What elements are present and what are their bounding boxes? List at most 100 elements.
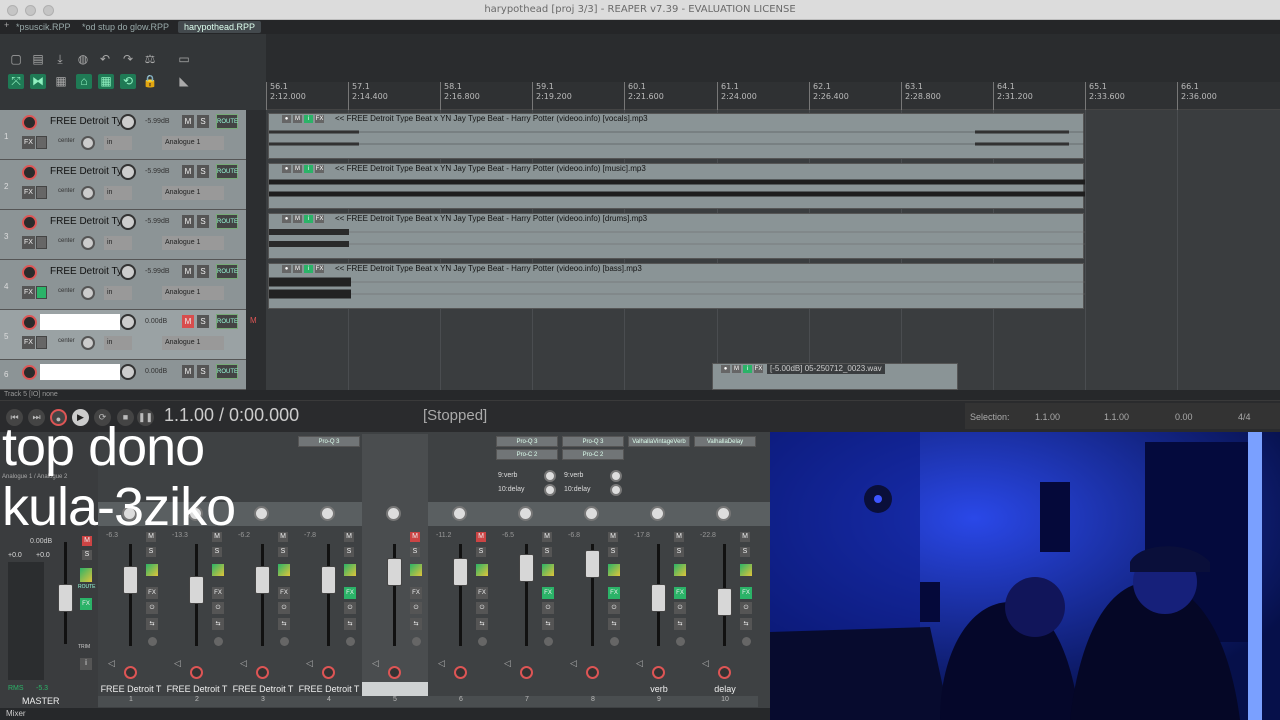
mute-button[interactable]: M bbox=[410, 532, 420, 542]
mute-button[interactable]: M bbox=[182, 265, 194, 278]
record-monitor-dropdown[interactable]: in bbox=[104, 286, 132, 300]
record-arm-button[interactable] bbox=[22, 265, 37, 280]
record-arm-button[interactable] bbox=[586, 666, 599, 679]
fx-button[interactable]: FX bbox=[344, 587, 356, 599]
strip-name[interactable] bbox=[362, 682, 428, 696]
solo-button[interactable]: S bbox=[197, 265, 209, 278]
phase-icon[interactable] bbox=[412, 637, 421, 646]
selection-display[interactable]: Selection: 1.1.00 1.1.00 0.00 4/4 bbox=[965, 403, 1280, 429]
pan-knob[interactable] bbox=[81, 186, 95, 200]
route-button[interactable]: ROUTE bbox=[216, 214, 238, 229]
fx-bypass-icon[interactable]: ⏻ bbox=[344, 602, 356, 614]
fx-bypass-icon[interactable] bbox=[36, 336, 47, 349]
solo-button[interactable]: S bbox=[197, 315, 209, 328]
record-arm-button[interactable] bbox=[718, 666, 731, 679]
master-route-button[interactable]: ROUTE bbox=[78, 584, 96, 590]
mute-button[interactable]: M bbox=[182, 215, 194, 228]
loop-icon[interactable]: ⟲ bbox=[120, 74, 136, 89]
mute-button[interactable]: M bbox=[182, 165, 194, 178]
volume-fader[interactable] bbox=[585, 550, 600, 578]
record-arm-button[interactable] bbox=[22, 165, 37, 180]
solo-button[interactable]: S bbox=[197, 215, 209, 228]
record-monitor-dropdown[interactable]: in bbox=[104, 236, 132, 250]
record-monitor-dropdown[interactable]: in bbox=[104, 136, 132, 150]
route-button[interactable]: ROUTE bbox=[216, 314, 238, 329]
timeline-ruler[interactable]: 56.1 2:12.000 57.1 2:14.400 58.1 2:16.800 5… bbox=[266, 82, 1280, 110]
fx-bypass-icon[interactable] bbox=[36, 236, 47, 249]
pan-knob[interactable] bbox=[452, 506, 467, 521]
strip-name[interactable]: FREE Detroit T bbox=[164, 682, 230, 696]
fx-button[interactable]: FX bbox=[674, 587, 686, 599]
media-item-drums[interactable]: ● M i FX << FREE Detroit Type Beat x YN … bbox=[268, 213, 1085, 259]
pan-knob[interactable] bbox=[81, 236, 95, 250]
solo-button[interactable]: S bbox=[476, 547, 486, 557]
phase-icon[interactable] bbox=[610, 637, 619, 646]
input-select[interactable]: Analogue 1 bbox=[162, 186, 224, 200]
fx-bypass-icon[interactable] bbox=[36, 186, 47, 199]
track-name-input[interactable] bbox=[40, 314, 120, 330]
fx-button[interactable]: FX bbox=[740, 587, 752, 599]
grid-settings-icon[interactable]: ▭ bbox=[176, 52, 192, 67]
input-monitor-icon[interactable]: ◁ bbox=[306, 658, 313, 669]
fx-button[interactable]: FX bbox=[146, 587, 158, 599]
phase-icon[interactable] bbox=[280, 637, 289, 646]
redo-icon[interactable]: ↷ bbox=[120, 52, 136, 67]
ripple-edit-icon[interactable]: ⤧ bbox=[8, 74, 24, 89]
input-monitor-icon[interactable]: ◁ bbox=[174, 658, 181, 669]
volume-fader[interactable] bbox=[189, 576, 204, 604]
route-icon[interactable]: ⇆ bbox=[278, 618, 290, 630]
master-solo-button[interactable]: S bbox=[82, 550, 92, 560]
record-arm-button[interactable] bbox=[520, 666, 533, 679]
media-item-music[interactable]: ● M i FX << FREE Detroit Type Beat x YN … bbox=[268, 163, 1085, 209]
pan-knob[interactable] bbox=[81, 336, 95, 350]
volume-fader[interactable] bbox=[123, 566, 138, 594]
route-icon[interactable]: ⇆ bbox=[146, 618, 158, 630]
fx-bypass-icon[interactable]: ⏻ bbox=[608, 602, 620, 614]
solo-button[interactable]: S bbox=[344, 547, 354, 557]
fx-button[interactable]: FX bbox=[22, 136, 35, 149]
input-select[interactable]: Analogue 1 bbox=[162, 136, 224, 150]
volume-fader[interactable] bbox=[321, 566, 336, 594]
trim-tool-icon[interactable]: ◣ bbox=[176, 74, 192, 89]
input-monitor-icon[interactable]: ◁ bbox=[438, 658, 445, 669]
mute-button[interactable]: M bbox=[608, 532, 618, 542]
record-arm-button[interactable] bbox=[322, 666, 335, 679]
volume-knob[interactable] bbox=[120, 214, 136, 230]
input-select[interactable]: Analogue 1 bbox=[162, 286, 224, 300]
track-header-selected[interactable]: 5 0.00dB M S ROUTE FX center in Analogue… bbox=[0, 310, 246, 360]
info-icon[interactable]: i bbox=[80, 658, 92, 670]
volume-fader[interactable] bbox=[387, 558, 402, 586]
tab-od-stup-do-glow[interactable]: *od stup do glow.RPP bbox=[76, 21, 175, 33]
fx-button[interactable]: FX bbox=[278, 587, 290, 599]
strip-name[interactable]: FREE Detroit T bbox=[98, 682, 164, 696]
item-lock-icon[interactable]: ● bbox=[282, 265, 291, 273]
item-fx-icon[interactable]: FX bbox=[315, 115, 324, 123]
fx-bypass-icon[interactable]: ⏻ bbox=[146, 602, 158, 614]
fx-button[interactable]: FX bbox=[476, 587, 488, 599]
phase-icon[interactable] bbox=[346, 637, 355, 646]
volume-knob[interactable] bbox=[120, 364, 136, 380]
strip-name[interactable]: FREE Detroit T bbox=[230, 682, 296, 696]
item-fx-icon[interactable]: FX bbox=[754, 365, 763, 373]
item-envelope-icon[interactable]: i bbox=[304, 115, 313, 123]
metronome-icon[interactable]: ⚖ bbox=[142, 52, 158, 67]
solo-button[interactable]: S bbox=[542, 547, 552, 557]
solo-button[interactable]: S bbox=[146, 547, 156, 557]
track-header[interactable]: 4 FREE Detroit Ty -5.99dB M S ROUTE FX c… bbox=[0, 260, 246, 310]
item-lock-icon[interactable]: ● bbox=[282, 115, 291, 123]
input-monitor-icon[interactable]: ◁ bbox=[108, 658, 115, 669]
phase-icon[interactable] bbox=[478, 637, 487, 646]
undo-icon[interactable]: ↶ bbox=[97, 52, 113, 67]
fx-button[interactable]: FX bbox=[22, 336, 35, 349]
fx-bypass-icon[interactable] bbox=[36, 136, 47, 149]
route-button[interactable]: ROUTE bbox=[216, 164, 238, 179]
volume-fader[interactable] bbox=[717, 588, 732, 616]
strip-name[interactable]: delay bbox=[692, 682, 758, 696]
track-name[interactable]: FREE Detroit Ty bbox=[50, 214, 120, 230]
phase-icon[interactable] bbox=[742, 637, 751, 646]
route-icon[interactable]: ⇆ bbox=[542, 618, 554, 630]
pan-knob[interactable] bbox=[254, 506, 269, 521]
auto-crossfade-icon[interactable]: ⧓ bbox=[30, 74, 46, 89]
item-envelope-icon[interactable]: i bbox=[304, 165, 313, 173]
pan-knob[interactable] bbox=[518, 506, 533, 521]
